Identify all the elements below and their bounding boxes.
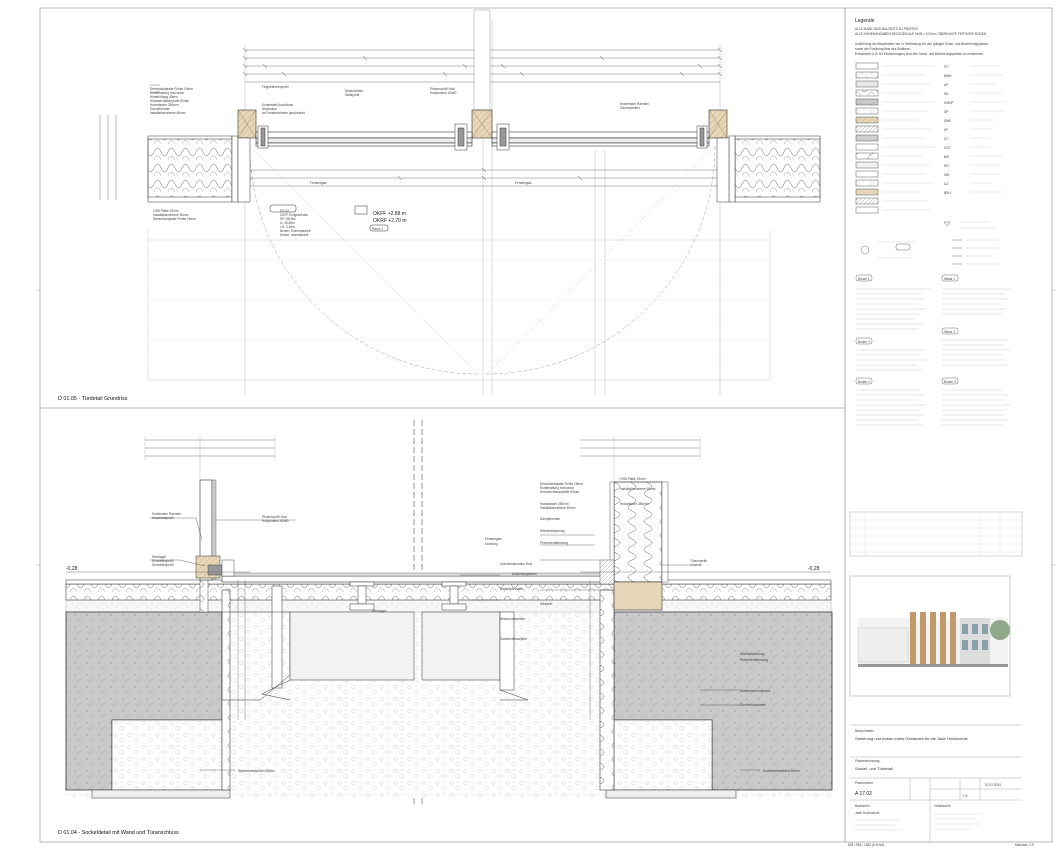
svg-text:Sauberkeitsschicht: Sauberkeitsschicht bbox=[500, 637, 527, 641]
buildup-tag: Decke 1 bbox=[858, 277, 870, 281]
svg-text:Betonbodenplatte: Betonbodenplatte bbox=[500, 617, 525, 621]
elevation-label: OKFF +2.88 m bbox=[373, 211, 406, 217]
svg-text:Anschlussprofil: Anschlussprofil bbox=[152, 516, 174, 520]
annotation-text: Perimeterdämmung bbox=[740, 658, 768, 662]
svg-text:Unterkonstruktion Holz: Unterkonstruktion Holz bbox=[500, 562, 533, 566]
buildup-tag: Boden 3 bbox=[944, 380, 956, 384]
svg-text:an Fensterrahmen geschraubt: an Fensterrahmen geschraubt bbox=[262, 111, 305, 115]
svg-text:Perimeterdämmung: Perimeterdämmung bbox=[540, 541, 568, 545]
annotation-text: Sauberkeitsschicht 50mm bbox=[238, 769, 275, 773]
annotation-text: Wärmedämmung bbox=[740, 652, 765, 656]
svg-text:Kiesbett: Kiesbett bbox=[540, 602, 552, 606]
base-section-detail: Holzfenster Rahmen Anschlussprofil Stelz… bbox=[58, 420, 833, 836]
legend-code: SN bbox=[944, 92, 949, 96]
svg-text:Aluprofil: Aluprofil bbox=[690, 563, 702, 567]
elevation-label: OKRF +2.70 m bbox=[373, 218, 406, 224]
plan-name: Sockel- und Türdetail bbox=[855, 766, 893, 771]
legend-code: DWF bbox=[944, 119, 951, 123]
svg-text:sowie der Positionspläne des S: sowie der Positionspläne des Statikers. bbox=[855, 47, 911, 51]
owner-label: Bauherr/in bbox=[855, 804, 870, 808]
legend-code: GST bbox=[944, 146, 951, 150]
legend-title: Legende bbox=[855, 18, 875, 24]
svg-text:Fensterglas: Fensterglas bbox=[485, 537, 502, 541]
room-tag: Raum 1 bbox=[372, 227, 383, 231]
buildup-tag: Wand 1 bbox=[944, 277, 955, 281]
annotation-text: Stelzlager bbox=[372, 609, 387, 613]
svg-text:Installationsebene 60mm: Installationsebene 60mm bbox=[150, 111, 186, 115]
legend-code: UP bbox=[944, 83, 948, 87]
svg-text:Fensterglas: Fensterglas bbox=[310, 181, 327, 185]
plan-number-label: Plannummer bbox=[855, 781, 874, 785]
svg-text:Flügelrahmenprofil: Flügelrahmenprofil bbox=[262, 85, 289, 89]
legend-note: ALLE MAßE SIND BAUSEITS ZU PRÜFEN! bbox=[855, 27, 918, 31]
buildup-tag: Boden 1 bbox=[858, 340, 870, 344]
svg-text:Holzweichfaserplatte 60mm: Holzweichfaserplatte 60mm bbox=[540, 490, 579, 494]
svg-text:Holzständer 280mm: Holzständer 280mm bbox=[620, 502, 649, 506]
annotation-text: Schwellenprofil bbox=[152, 563, 174, 567]
svg-text:Dampfbremse: Dampfbremse bbox=[540, 517, 560, 521]
building-thumbnail bbox=[857, 612, 1010, 667]
legend-code: KF bbox=[944, 128, 948, 132]
footer-center: 528 / 981 / 1382 (6.0Hx0) bbox=[848, 843, 884, 847]
legend-code: RO bbox=[944, 164, 949, 168]
drawing-sheet: OKFF +2.88 m OKRF +2.70 m Raum 1 Dreisch… bbox=[0, 0, 1060, 848]
legend-code: WD bbox=[944, 173, 950, 177]
svg-text:Dreischichtplatte Fichte 19mm: Dreischichtplatte Fichte 19mm bbox=[153, 217, 196, 221]
project-label: Bauvorhaben bbox=[855, 729, 874, 733]
svg-text:Dämmstreifen: Dämmstreifen bbox=[620, 106, 640, 110]
buildup-tag: Boden 2 bbox=[858, 380, 870, 384]
legend-code: BSH bbox=[944, 191, 951, 195]
svg-text:Holzpfosten 40x80: Holzpfosten 40x80 bbox=[262, 519, 289, 523]
legend-code: BWH bbox=[944, 74, 952, 78]
legend-code: UT bbox=[944, 137, 948, 141]
detail-caption: D 01.05 - Türdetail Grundriss bbox=[58, 396, 128, 402]
svg-text:Wärmedämmung: Wärmedämmung bbox=[540, 529, 565, 533]
level-marker: -0,28 bbox=[808, 566, 820, 572]
legend-code: SWHP bbox=[944, 101, 954, 105]
owner-name: Jade Hochschule bbox=[855, 811, 880, 815]
svg-text:Dichtung: Dichtung bbox=[485, 542, 498, 546]
svg-text:Einbauteile (z.B. für Einwerku: Einbauteile (z.B. für Einwerkungen) sind… bbox=[855, 52, 984, 56]
legend-code: DP bbox=[944, 110, 948, 114]
svg-text:Holzpfosten 40x80: Holzpfosten 40x80 bbox=[430, 91, 457, 95]
svg-text:Streifenfundament: Streifenfundament bbox=[740, 703, 766, 707]
door-plan-detail: OKFF +2.88 m OKRF +2.70 m Raum 1 Dreisch… bbox=[58, 9, 821, 402]
detail-caption: D 01.04 - Sockeldetail mit Wand und Türa… bbox=[58, 830, 179, 836]
svg-text:Installationsebene 60mm: Installationsebene 60mm bbox=[620, 487, 656, 491]
level-marker: -0,28 bbox=[66, 566, 78, 572]
svg-text:Stahlbetonfundament: Stahlbetonfundament bbox=[740, 689, 770, 693]
author-label: Verfasser/in bbox=[934, 804, 951, 808]
svg-text:Stahlprofil: Stahlprofil bbox=[345, 93, 359, 97]
plan-date: 07.02.2024 bbox=[985, 783, 1001, 787]
svg-text:Installationsebene 60mm: Installationsebene 60mm bbox=[540, 506, 576, 510]
svg-text:Bauschutzmatte: Bauschutzmatte bbox=[500, 587, 523, 591]
technical-drawing: OKFF +2.88 m OKRF +2.70 m Raum 1 Dreisch… bbox=[36, 7, 1056, 847]
svg-text:Fensterglas: Fensterglas bbox=[515, 181, 532, 185]
legend-note: ALLE HÖHENANGABEN BEZOGEN AUF NHN = 0,00… bbox=[855, 32, 987, 36]
svg-text:OSB Platte 15mm: OSB Platte 15mm bbox=[620, 477, 646, 481]
legend-code: ST bbox=[944, 65, 948, 69]
project-name: Sanierung und Anbau eines Gebäudes für d… bbox=[855, 736, 969, 741]
annotation-text: Sauberkeitsschicht 50mm bbox=[763, 769, 800, 773]
legend-code: BIS bbox=[944, 155, 949, 159]
footer-right: Maßstab: 1:5 bbox=[1015, 843, 1034, 847]
plan-number: A 17.02 bbox=[855, 791, 872, 797]
annotation-text: Abdichtungsbahn bbox=[512, 572, 537, 576]
plan-scale: 1:5 bbox=[963, 794, 968, 798]
buildup-tag: Wand 3 bbox=[944, 330, 955, 334]
svg-text:Decke: unbehandelt: Decke: unbehandelt bbox=[280, 233, 308, 237]
legend-code: UZ bbox=[944, 182, 948, 186]
legend-panel: Legende ALLE MAßE SIND BAUSEITS ZU PRÜFE… bbox=[849, 18, 1023, 842]
plan-label: Planbezeichnung bbox=[855, 759, 880, 763]
svg-text:Ausführung der Bauarbeiten nur: Ausführung der Bauarbeiten nur in Verbin… bbox=[855, 42, 989, 46]
